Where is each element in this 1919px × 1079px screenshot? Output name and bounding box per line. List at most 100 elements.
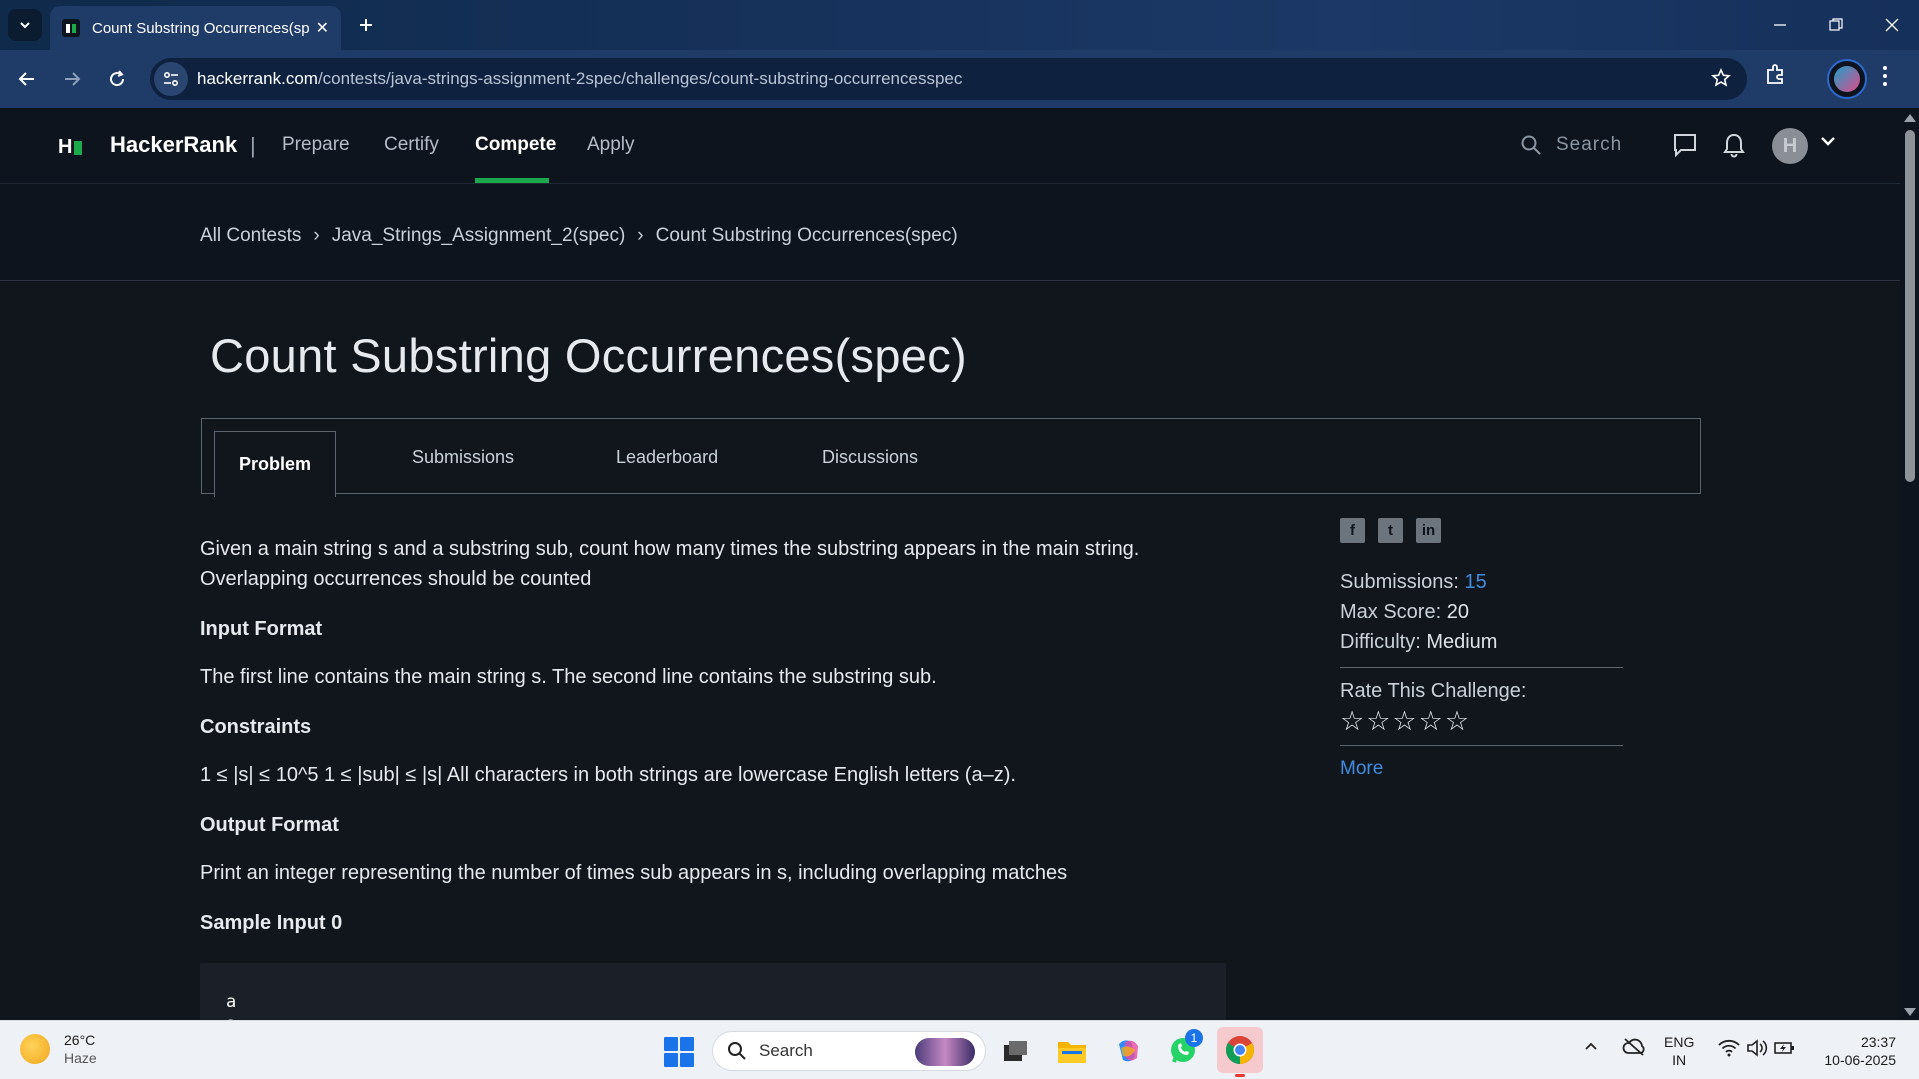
messages-button[interactable] (1672, 132, 1698, 158)
nav-prepare[interactable]: Prepare (282, 134, 350, 156)
problem-intro: Given a main string s and a substring su… (200, 538, 1140, 590)
difficulty-value: Medium (1426, 631, 1498, 653)
weather-desc: Haze (64, 1050, 97, 1066)
site-info-button[interactable] (154, 62, 188, 96)
tab-problem[interactable]: Problem (214, 431, 336, 497)
profile-avatar-button[interactable] (1827, 59, 1867, 99)
whatsapp-button[interactable]: 1 (1163, 1029, 1203, 1071)
hackerrank-navbar: H HackerRank | Prepare Certify Compete A… (0, 108, 1900, 184)
nav-apply[interactable]: Apply (587, 134, 635, 156)
windows-start-button[interactable] (664, 1037, 694, 1067)
battery-icon[interactable] (1774, 1039, 1796, 1057)
tab-submissions[interactable]: Submissions (412, 447, 514, 468)
nav-search-placeholder: Search (1556, 134, 1623, 155)
language-indicator[interactable]: ENG IN (1664, 1033, 1694, 1069)
notifications-button[interactable] (1722, 132, 1746, 158)
extensions-button[interactable] (1764, 62, 1788, 86)
browser-tab-active[interactable]: Count Substring Occurrences(sp ✕ (50, 6, 341, 50)
folder-icon (1058, 1042, 1086, 1063)
max-score-value: 20 (1446, 601, 1469, 623)
taskbar-search[interactable]: Search (712, 1031, 986, 1071)
constraints-heading: Constraints (200, 716, 312, 738)
copilot-button[interactable] (1108, 1031, 1148, 1071)
challenge-page: Count Substring Occurrences(spec) Proble… (0, 282, 1900, 1020)
chevron-right-icon: › (313, 225, 320, 246)
output-format-heading: Output Format (200, 814, 339, 836)
chevron-down-icon (20, 22, 30, 29)
nav-separator: | (250, 133, 256, 158)
sample-input-block: a a (200, 963, 1226, 1020)
breadcrumb-challenge[interactable]: Count Substring Occurrences(spec) (656, 225, 958, 247)
star-rating-icons[interactable]: ☆☆☆☆☆ (1340, 707, 1471, 735)
constraints-text: 1 ≤ |s| ≤ 10^5 1 ≤ |sub| ≤ |s| All chara… (200, 764, 1016, 786)
hackerrank-favicon (62, 19, 80, 37)
wifi-icon[interactable] (1718, 1039, 1740, 1057)
nav-search[interactable]: Search (1520, 134, 1622, 156)
url-host: hackerrank.com (197, 69, 318, 88)
onedrive-button[interactable] (1622, 1037, 1646, 1057)
nav-certify[interactable]: Certify (384, 134, 439, 156)
search-icon (728, 1042, 746, 1060)
tab-search-button[interactable] (8, 9, 42, 41)
address-bar[interactable]: hackerrank.com/contests/java-strings-ass… (150, 58, 1747, 100)
tab-close-icon[interactable]: ✕ (316, 18, 329, 38)
twitter-icon[interactable]: t (1378, 518, 1403, 543)
challenge-tabs: Problem Submissions Leaderboard Discussi… (201, 418, 1701, 497)
input-format-text: The first line contains the main string … (200, 666, 937, 688)
rate-challenge-label: Rate This Challenge: (1340, 680, 1527, 702)
system-clock[interactable]: 23:37 10-06-2025 (1812, 1033, 1896, 1069)
browser-toolbar: hackerrank.com/contests/java-strings-ass… (0, 50, 1919, 108)
weather-widget[interactable]: 26°C Haze (20, 1031, 97, 1067)
new-tab-button[interactable] (349, 8, 383, 42)
tune-icon (163, 71, 179, 87)
linkedin-icon[interactable]: in (1416, 518, 1441, 543)
reload-button[interactable] (100, 62, 134, 96)
hackerrank-logo[interactable]: H (58, 136, 83, 159)
chevron-down-icon (1821, 137, 1835, 146)
weather-haze-icon (20, 1034, 50, 1064)
chrome-button[interactable] (1217, 1027, 1263, 1077)
file-explorer-button[interactable] (1052, 1031, 1092, 1071)
brand-name[interactable]: HackerRank (110, 132, 237, 158)
tab-leaderboard[interactable]: Leaderboard (616, 447, 718, 468)
forward-button[interactable] (55, 62, 89, 96)
show-hidden-icons-button[interactable] (1584, 1041, 1598, 1051)
more-vertical-icon (1883, 66, 1887, 86)
rating-stars[interactable]: ☆☆☆☆☆ (1340, 707, 1623, 735)
more-link[interactable]: More (1340, 758, 1623, 780)
url-path: /contests/java-strings-assignment-2spec/… (317, 69, 963, 88)
tab-discussions[interactable]: Discussions (822, 447, 918, 468)
weather-temp: 26°C (64, 1032, 96, 1048)
close-icon (1885, 18, 1899, 32)
profile-picture (1834, 66, 1860, 92)
page-scrollbar[interactable] (1900, 108, 1919, 1020)
submissions-label: Submissions: (1340, 571, 1459, 593)
bookmark-star-button[interactable] (1711, 68, 1731, 88)
nav-compete[interactable]: Compete (475, 134, 556, 156)
scroll-down-arrow-icon[interactable] (1904, 1008, 1916, 1016)
task-view-button[interactable] (995, 1031, 1035, 1071)
scroll-up-arrow-icon[interactable] (1904, 114, 1916, 122)
copilot-icon (1119, 1040, 1138, 1062)
back-button[interactable] (10, 62, 44, 96)
scrollbar-thumb[interactable] (1905, 130, 1915, 482)
restore-icon (1829, 18, 1843, 31)
submissions-count-link[interactable]: 15 (1465, 571, 1487, 593)
output-format-text: Print an integer representing the number… (200, 862, 1068, 884)
breadcrumb-contest[interactable]: Java_Strings_Assignment_2(spec) (332, 225, 626, 247)
active-nav-indicator (475, 178, 549, 183)
task-view-icon (1004, 1041, 1027, 1061)
challenge-stats: Submissions: 15 Max Score: 20 Difficulty… (1340, 567, 1623, 657)
browser-menu-button[interactable] (1881, 64, 1889, 88)
chevron-up-icon (1585, 1042, 1597, 1050)
search-highlight-image (915, 1038, 975, 1066)
user-menu-toggle[interactable] (1820, 136, 1836, 148)
breadcrumb-all-contests[interactable]: All Contests (200, 225, 301, 247)
minimize-button[interactable] (1752, 0, 1808, 50)
close-window-button[interactable] (1864, 0, 1919, 50)
volume-icon[interactable] (1746, 1039, 1768, 1057)
bell-icon (1723, 133, 1745, 158)
facebook-icon[interactable]: f (1340, 518, 1365, 543)
restore-button[interactable] (1808, 0, 1864, 50)
user-avatar[interactable]: H (1772, 128, 1808, 164)
